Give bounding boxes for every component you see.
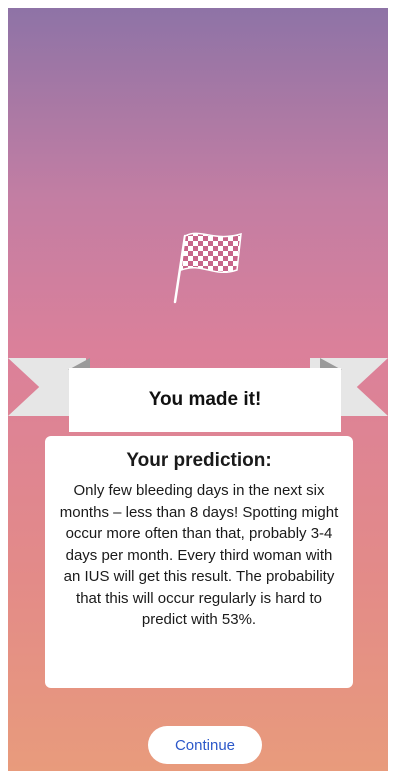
result-screen: You made it! Your prediction: Only few b… [8, 8, 388, 771]
prediction-body: Only few bleeding days in the next six m… [59, 482, 339, 628]
checkered-flag-icon [173, 232, 242, 304]
banner-title: You made it! [148, 389, 262, 410]
prediction-title: Your prediction: [126, 450, 272, 471]
prediction-card: Your prediction: Only few bleeding days … [45, 436, 353, 688]
continue-button[interactable]: Continue [148, 726, 262, 764]
success-banner: You made it! [69, 368, 341, 432]
